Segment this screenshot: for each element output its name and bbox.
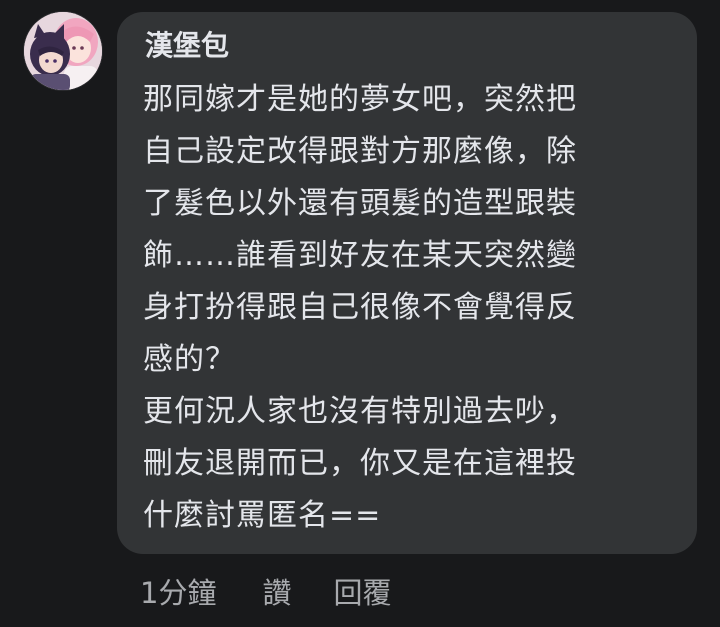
comment-text: 那同嫁才是她的夢女吧，突然把 自己設定改得跟對方那麼像，除 了髮色以外還有頭髮的… [143, 74, 577, 542]
comment-text-line: 自己設定改得跟對方那麼像，除 [143, 134, 577, 169]
comment-bubble: 漢堡包 那同嫁才是她的夢女吧，突然把 自己設定改得跟對方那麼像，除 了髮色以外還… [117, 12, 697, 554]
comment-text-line: 那同嫁才是她的夢女吧，突然把 [143, 82, 577, 117]
comment-actions: 1分鐘 讚 回覆 [140, 566, 433, 616]
avatar[interactable] [24, 12, 102, 90]
comment-text-line: 身打扮得跟自己很像不會覺得反 [143, 290, 577, 325]
reply-button[interactable]: 回覆 [333, 570, 391, 612]
comment-text-line: 刪友退開而已，你又是在這裡投 [143, 446, 577, 481]
comment-text-line: 飾……誰看到好友在某天突然變 [143, 238, 577, 273]
anime-couple-avatar-icon [24, 12, 102, 90]
like-button[interactable]: 讚 [262, 570, 291, 612]
comment-text-line: 感的？ [143, 342, 236, 377]
comment-text-line: 了髮色以外還有頭髮的造型跟裝 [143, 186, 577, 221]
comment-text-line: 更何況人家也沒有特別過去吵， [143, 394, 577, 429]
comment-author-name[interactable]: 漢堡包 [145, 26, 229, 66]
comment-text-line: 什麼討罵匿名== [143, 498, 382, 533]
comment-timestamp[interactable]: 1分鐘 [140, 570, 216, 612]
